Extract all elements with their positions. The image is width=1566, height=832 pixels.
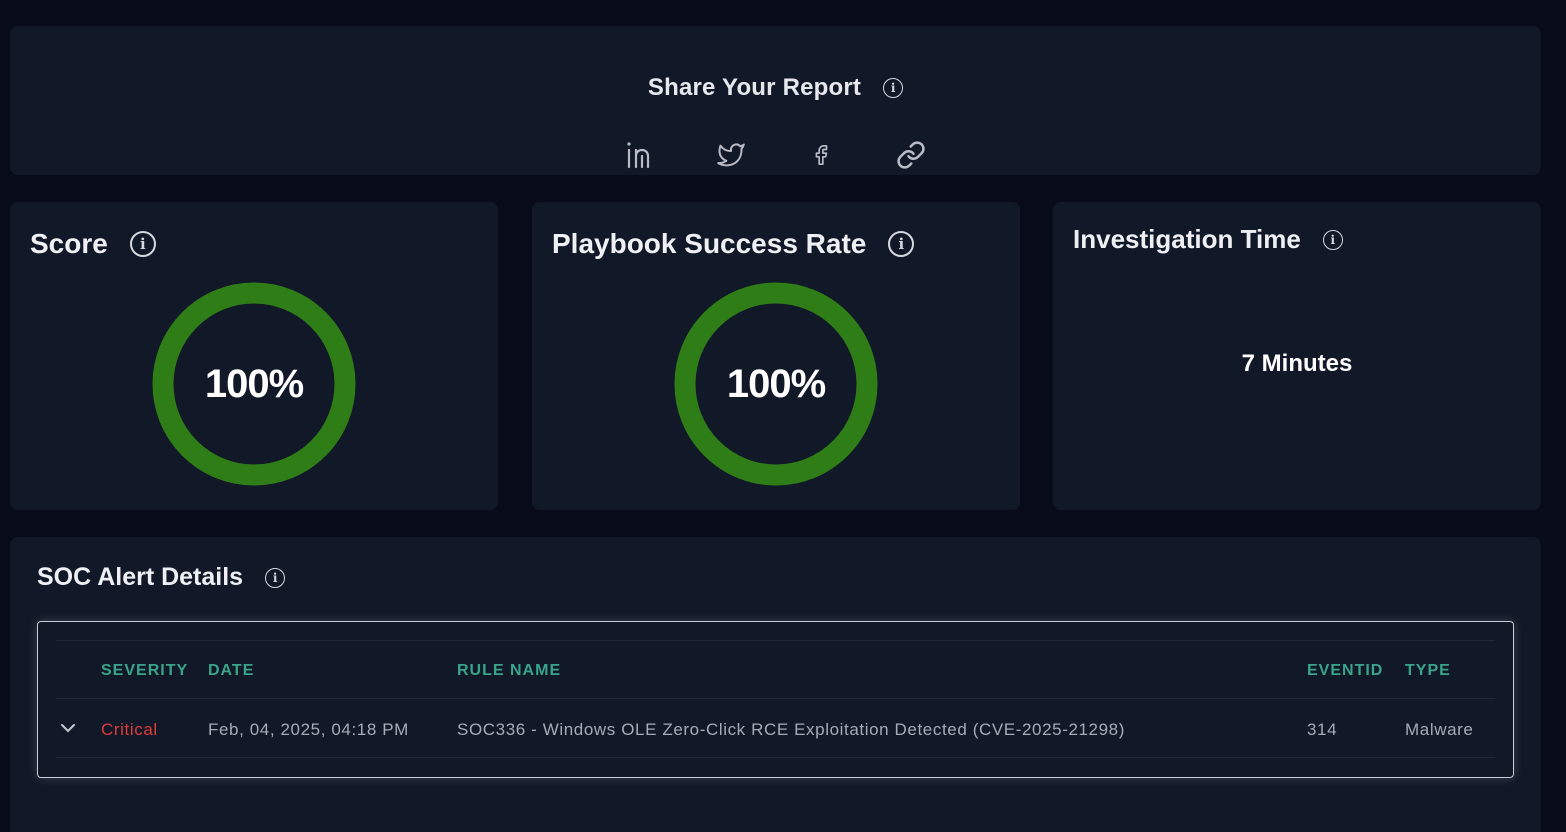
info-icon[interactable]: i — [883, 78, 904, 98]
alert-table: SEVERITY DATE RULE NAME EVENTID TYPE Cri… — [37, 621, 1514, 778]
linkedin-icon[interactable] — [624, 138, 658, 172]
score-donut: 100% — [152, 282, 356, 486]
twitter-icon[interactable] — [714, 138, 748, 172]
soc-header: SOC Alert Details i — [37, 563, 286, 592]
row-type: Malware — [1405, 720, 1474, 739]
row-severity: Critical — [101, 720, 158, 739]
info-icon[interactable]: i — [888, 231, 915, 257]
row-date: Feb, 04, 2025, 04:18 PM — [208, 720, 409, 739]
column-header-rule-name: RULE NAME — [457, 662, 562, 679]
share-title: Share Your Report — [647, 74, 862, 101]
share-icons — [10, 138, 1541, 172]
score-title: Score — [30, 228, 108, 259]
score-card: Score i 100% — [10, 202, 498, 510]
soc-alert-card: SOC Alert Details i SEVERITY DATE RULE N… — [10, 537, 1541, 832]
info-icon[interactable]: i — [129, 231, 156, 257]
playbook-header: Playbook Success Rate i — [552, 228, 915, 260]
info-icon[interactable]: i — [1322, 229, 1343, 250]
column-header-type: TYPE — [1405, 662, 1451, 679]
share-report-card: Share Your Report i — [10, 26, 1541, 175]
investigation-card: Investigation Time i 7 Minutes — [1053, 202, 1541, 510]
table-divider — [56, 698, 1495, 699]
score-value: 100% — [204, 361, 304, 406]
expand-row-chevron-icon[interactable] — [58, 718, 78, 738]
column-header-eventid: EVENTID — [1307, 662, 1384, 679]
column-header-severity: SEVERITY — [101, 662, 189, 679]
facebook-icon[interactable] — [804, 138, 838, 172]
table-divider — [56, 757, 1495, 758]
playbook-card: Playbook Success Rate i 100% — [532, 202, 1020, 510]
playbook-title: Playbook Success Rate — [552, 228, 867, 259]
score-header: Score i — [30, 228, 156, 260]
row-event-id: 314 — [1307, 720, 1338, 739]
investigation-header: Investigation Time i — [1073, 224, 1343, 255]
investigation-value: 7 Minutes — [1241, 350, 1353, 377]
column-header-date: DATE — [208, 662, 255, 679]
playbook-donut: 100% — [674, 282, 878, 486]
share-title-row: Share Your Report i — [10, 74, 1541, 102]
info-icon[interactable]: i — [265, 567, 286, 588]
investigation-title: Investigation Time — [1073, 224, 1301, 254]
link-icon[interactable] — [894, 138, 928, 172]
soc-title: SOC Alert Details — [37, 563, 244, 591]
table-divider — [56, 640, 1495, 641]
row-rule-name: SOC336 - Windows OLE Zero-Click RCE Expl… — [457, 720, 1125, 739]
playbook-value: 100% — [726, 361, 826, 406]
